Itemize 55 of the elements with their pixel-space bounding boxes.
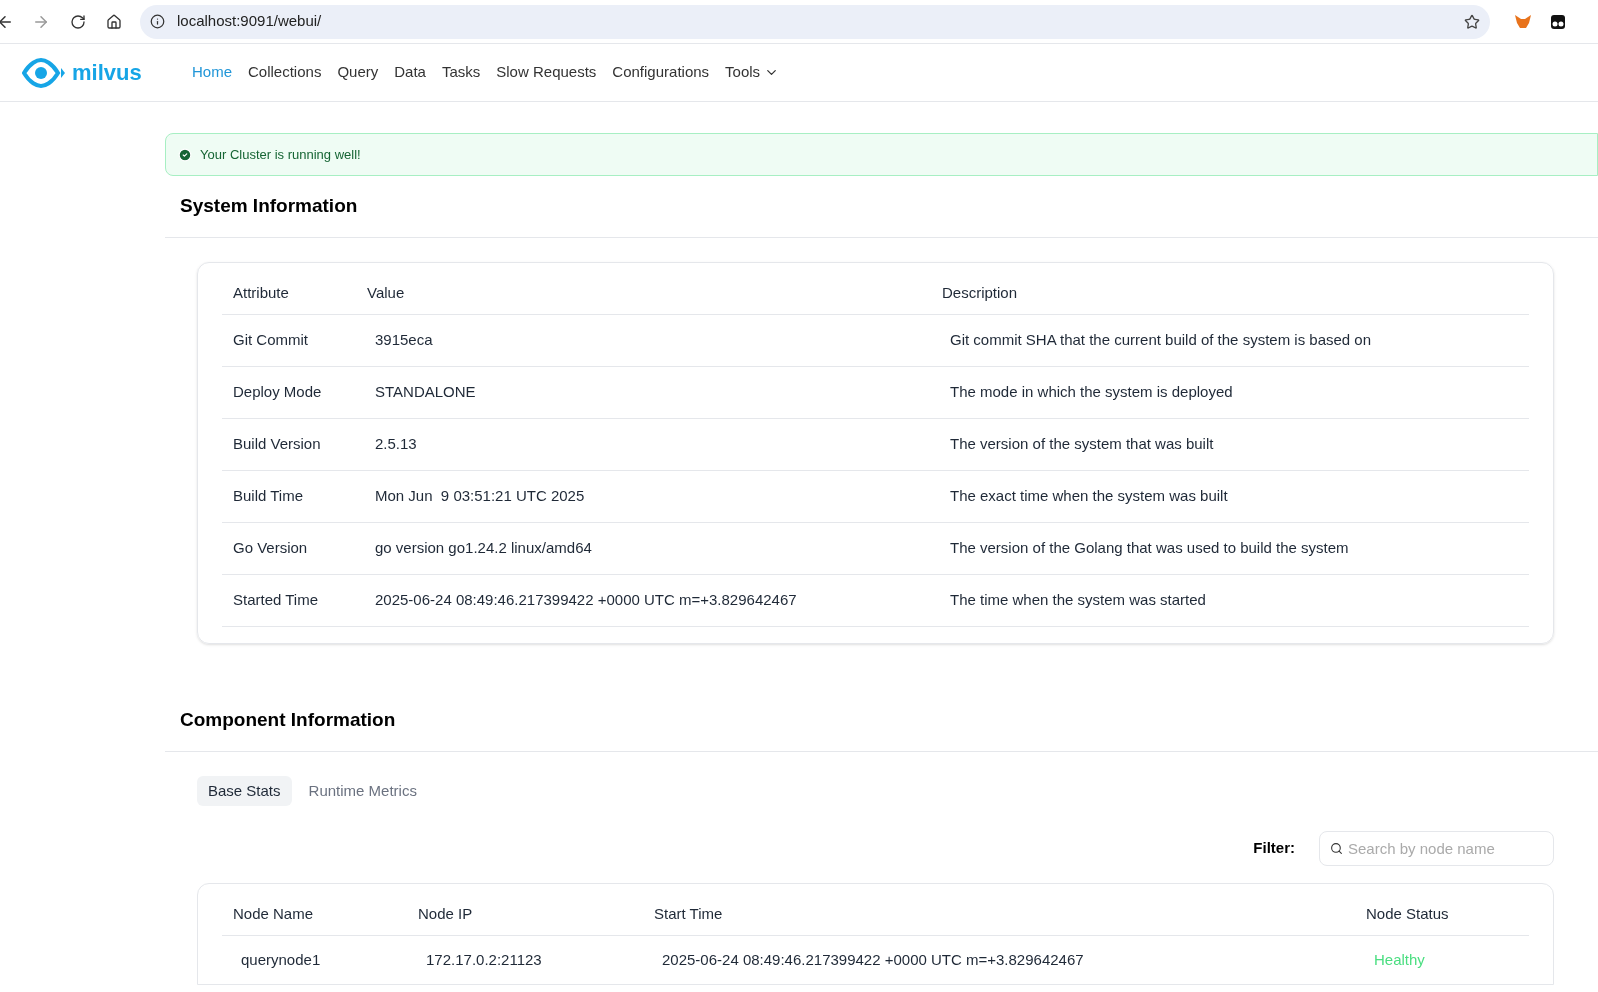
nav-link[interactable]: Configurations: [612, 61, 710, 84]
table-cell-text: Git Commit: [232, 330, 309, 351]
fox-extension-icon[interactable]: [1514, 13, 1532, 30]
table-cell-text: Deploy Mode: [232, 382, 323, 403]
logo-text: milvus: [72, 59, 142, 87]
info-icon: [150, 14, 165, 29]
bookmark-star-icon[interactable]: [1464, 13, 1480, 30]
nav-link[interactable]: Data: [394, 61, 426, 84]
table-cell-text: Go Version: [232, 538, 309, 559]
url-text: localhost:9091/webui/: [177, 11, 322, 32]
table-cell-text: The version of the system that was built: [950, 434, 1214, 455]
table-cell-text: STANDALONE: [375, 382, 477, 403]
column-header: Description: [942, 283, 1018, 304]
alert-text: Your Cluster is running well!: [200, 145, 361, 164]
table-cell-text: 2025-06-24 08:49:46.217399422 +0000 UTC m=+3.829642467: [375, 590, 798, 611]
search-field[interactable]: Search by node name: [1319, 831, 1554, 866]
column-header: Value: [367, 283, 406, 304]
column-header: Node Name: [232, 904, 315, 925]
table-cell-text: go version go1.24.2 linux/amd64: [375, 538, 593, 559]
column-header: Node IP: [418, 904, 474, 925]
home-icon[interactable]: [106, 13, 122, 30]
filter-label: Filter:: [1253, 838, 1295, 859]
table-cell-text: Mon Jun 9 03:51:21 UTC 2025: [375, 486, 586, 507]
nav-link[interactable]: Collections: [248, 61, 322, 84]
table-cell-text: 3915eca: [375, 330, 434, 351]
table-cell-text: The version of the Golang that was used to build the system: [950, 538, 1349, 559]
column-header: Attribute: [232, 283, 290, 304]
table-cell-text: The mode in which the system is deployed: [950, 382, 1233, 403]
table-cell-text: Build Time: [232, 486, 305, 507]
column-header: Start Time: [654, 904, 724, 925]
table-cell-text: querynode1: [240, 949, 322, 970]
nav-link[interactable]: Tools: [725, 61, 780, 84]
nav-link[interactable]: Tasks: [441, 61, 481, 84]
tab[interactable]: Base Stats: [197, 776, 292, 806]
table-cell-text: 2.5.13: [375, 434, 418, 455]
section-title: System Information: [180, 194, 358, 219]
table-cell-text: 172.17.0.2:21123: [426, 949, 543, 970]
extension-icon[interactable]: [1550, 13, 1566, 30]
table-cell-text: Git commit SHA that the current build of the system is based on: [950, 330, 1372, 351]
tab[interactable]: Runtime Metrics: [297, 776, 428, 806]
eye-logo-icon: [22, 57, 66, 88]
table-cell-text: The time when the system was started: [950, 590, 1206, 611]
reload-icon[interactable]: [70, 13, 86, 30]
check-circle-icon: [178, 147, 192, 162]
table-cell-text: 2025-06-24 08:49:46.217399422 +0000 UTC m=+3.829642467: [662, 949, 1085, 970]
search-icon: [1330, 842, 1343, 855]
nav-link[interactable]: Slow Requests: [496, 61, 597, 84]
address-bar[interactable]: localhost:9091/webui/: [140, 4, 1490, 39]
table-cell-text: Started Time: [232, 590, 320, 611]
table-cell-text: The exact time when the system was built: [950, 486, 1228, 507]
column-header: Node Status: [1366, 904, 1449, 925]
table-cell-text: Build Version: [232, 434, 322, 455]
status-text: Healthy: [1374, 949, 1425, 970]
section-title: Component Information: [180, 708, 396, 733]
nav-link[interactable]: Query: [337, 61, 379, 84]
